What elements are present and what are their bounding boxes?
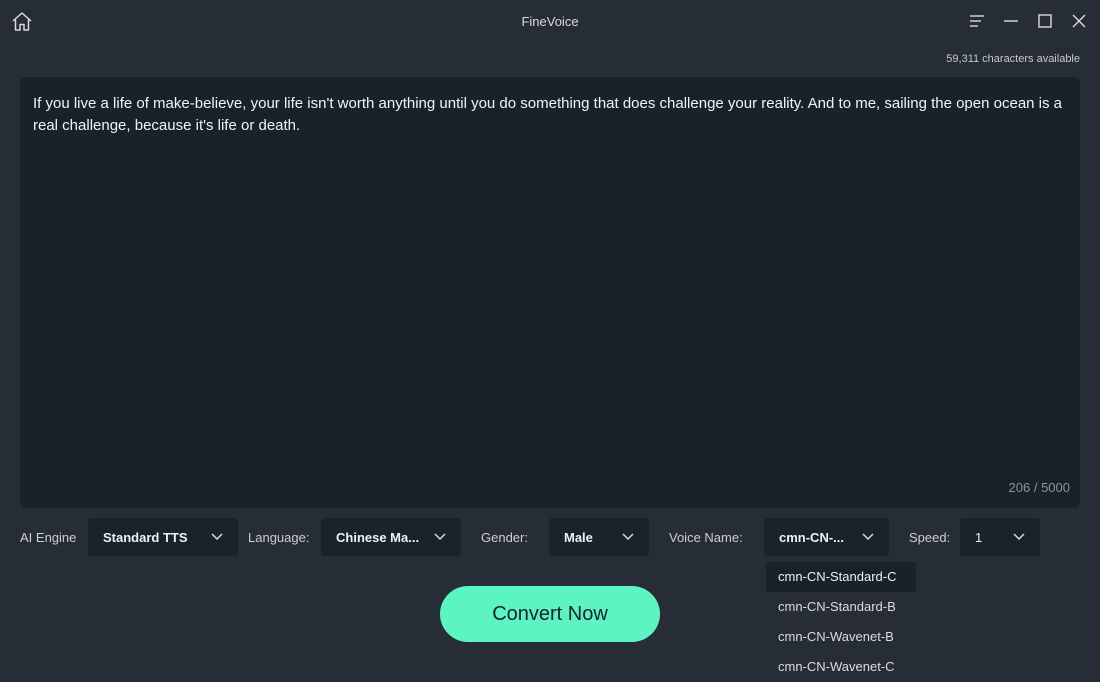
app-title: FineVoice <box>521 14 579 29</box>
minimize-icon[interactable] <box>1000 10 1022 32</box>
text-input-area[interactable]: If you live a life of make-believe, your… <box>20 77 1080 508</box>
title-bar: FineVoice <box>0 0 1100 44</box>
close-icon[interactable] <box>1068 10 1090 32</box>
speed-value: 1 <box>975 530 983 545</box>
voice-option[interactable]: cmn-CN-Wavenet-C <box>766 652 916 682</box>
language-label: Language: <box>248 530 310 545</box>
chevron-down-icon <box>622 533 634 541</box>
speed-select[interactable]: 1 <box>960 518 1040 556</box>
voice-name-select[interactable]: cmn-CN-... <box>764 518 889 556</box>
character-counter: 206 / 5000 <box>1008 480 1070 495</box>
voice-name-value: cmn-CN-... <box>779 530 844 545</box>
characters-available: 59,311 characters available <box>946 53 1080 65</box>
settings-row: AI Engine Standard TTS Language: Chinese… <box>0 518 1100 556</box>
gender-select[interactable]: Male <box>549 518 649 556</box>
speed-label: Speed: <box>909 530 951 545</box>
maximize-icon[interactable] <box>1034 10 1056 32</box>
menu-icon[interactable] <box>966 10 988 32</box>
ai-engine-select[interactable]: Standard TTS <box>88 518 238 556</box>
chevron-down-icon <box>1013 533 1025 541</box>
voice-option[interactable]: cmn-CN-Standard-B <box>766 592 916 622</box>
voice-name-dropdown: cmn-CN-Standard-C cmn-CN-Standard-B cmn-… <box>766 562 918 682</box>
text-content[interactable]: If you live a life of make-believe, your… <box>33 93 1063 137</box>
chevron-up-icon <box>862 533 874 541</box>
ai-engine-label: AI Engine <box>20 530 77 545</box>
ai-engine-value: Standard TTS <box>103 530 188 545</box>
chevron-down-icon <box>434 533 446 541</box>
gender-value: Male <box>564 530 593 545</box>
convert-now-button[interactable]: Convert Now <box>440 586 660 642</box>
voice-option[interactable]: cmn-CN-Wavenet-B <box>766 622 916 652</box>
language-value: Chinese Ma... <box>336 530 420 545</box>
voice-name-label: Voice Name: <box>669 530 743 545</box>
chevron-down-icon <box>211 533 223 541</box>
language-select[interactable]: Chinese Ma... <box>321 518 461 556</box>
voice-option[interactable]: cmn-CN-Standard-C <box>766 562 916 592</box>
gender-label: Gender: <box>481 530 528 545</box>
